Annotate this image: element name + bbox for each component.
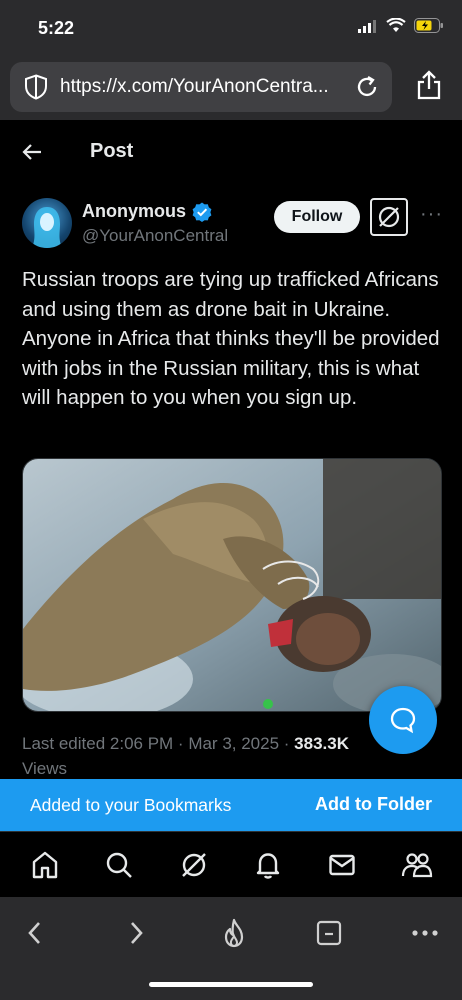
grok-icon bbox=[378, 206, 400, 228]
browser-more-button[interactable] bbox=[407, 915, 443, 951]
browser-tabs-button[interactable] bbox=[311, 915, 347, 951]
home-icon bbox=[32, 851, 58, 878]
toast-message: Added to your Bookmarks bbox=[30, 795, 232, 815]
bookmark-toast: Added to your Bookmarks Add to Folder bbox=[0, 779, 462, 831]
nav-grok[interactable] bbox=[174, 845, 214, 885]
post-header: Post bbox=[0, 120, 462, 184]
nav-notifications[interactable] bbox=[248, 845, 288, 885]
grok-icon bbox=[181, 852, 206, 877]
more-icon bbox=[412, 930, 438, 936]
tweet-meta: Last edited 2:06 PM · Mar 3, 2025 · 383.… bbox=[22, 734, 349, 754]
status-bar: 5:22 bbox=[0, 0, 462, 56]
add-to-folder-button[interactable]: Add to Folder bbox=[315, 794, 432, 815]
more-options-icon[interactable]: ··· bbox=[420, 203, 443, 226]
shield-icon bbox=[25, 74, 47, 100]
author-name-text: Anonymous bbox=[82, 201, 187, 221]
communities-icon bbox=[401, 852, 432, 877]
anonymous-mask-icon bbox=[32, 207, 62, 248]
author-handle[interactable]: @YourAnonCentral bbox=[82, 226, 228, 246]
avatar[interactable] bbox=[22, 198, 72, 248]
messages-icon bbox=[329, 854, 356, 875]
chat-bubble-icon bbox=[390, 707, 416, 734]
battery-icon bbox=[414, 18, 443, 33]
grok-button[interactable] bbox=[370, 198, 408, 236]
home-indicator bbox=[149, 982, 313, 987]
reload-icon[interactable] bbox=[354, 74, 380, 100]
bottom-nav bbox=[0, 831, 462, 897]
verified-badge-icon bbox=[192, 202, 212, 222]
signal-icon bbox=[358, 19, 376, 33]
forward-icon bbox=[131, 922, 143, 944]
nav-messages[interactable] bbox=[322, 845, 362, 885]
wifi-icon bbox=[386, 18, 406, 32]
page-title: Post bbox=[90, 140, 134, 162]
browser-flame-button[interactable] bbox=[216, 915, 252, 951]
author-name[interactable]: Anonymous bbox=[82, 201, 212, 222]
back-icon bbox=[28, 922, 40, 944]
notifications-icon bbox=[256, 852, 280, 879]
tabs-icon bbox=[316, 920, 342, 946]
follow-button[interactable]: Follow bbox=[274, 201, 360, 233]
grok-chat-fab[interactable] bbox=[369, 686, 437, 754]
url-text: https://x.com/YourAnonCentra... bbox=[60, 76, 329, 97]
browser-address-bar: https://x.com/YourAnonCentra... bbox=[0, 56, 462, 120]
views-label: Views bbox=[22, 759, 68, 778]
flame-icon bbox=[224, 918, 244, 948]
nav-home[interactable] bbox=[25, 845, 65, 885]
edited-timestamp: Last edited 2:06 PM · Mar 3, 2025 · bbox=[22, 734, 295, 753]
tweet-text: Russian troops are tying up trafficked A… bbox=[22, 268, 440, 409]
media-illustration bbox=[23, 459, 441, 711]
url-field[interactable]: https://x.com/YourAnonCentra... bbox=[10, 62, 392, 112]
nav-communities[interactable] bbox=[397, 845, 437, 885]
view-count: 383.3K bbox=[294, 734, 349, 753]
tweet-media-image[interactable] bbox=[22, 458, 442, 712]
share-icon[interactable] bbox=[416, 70, 442, 100]
nav-search[interactable] bbox=[99, 845, 139, 885]
browser-forward-button[interactable] bbox=[118, 915, 154, 951]
search-icon bbox=[107, 852, 133, 878]
status-time: 5:22 bbox=[38, 18, 75, 38]
status-icons bbox=[358, 18, 444, 33]
back-arrow-icon[interactable] bbox=[20, 140, 44, 164]
browser-back-button[interactable] bbox=[17, 915, 53, 951]
